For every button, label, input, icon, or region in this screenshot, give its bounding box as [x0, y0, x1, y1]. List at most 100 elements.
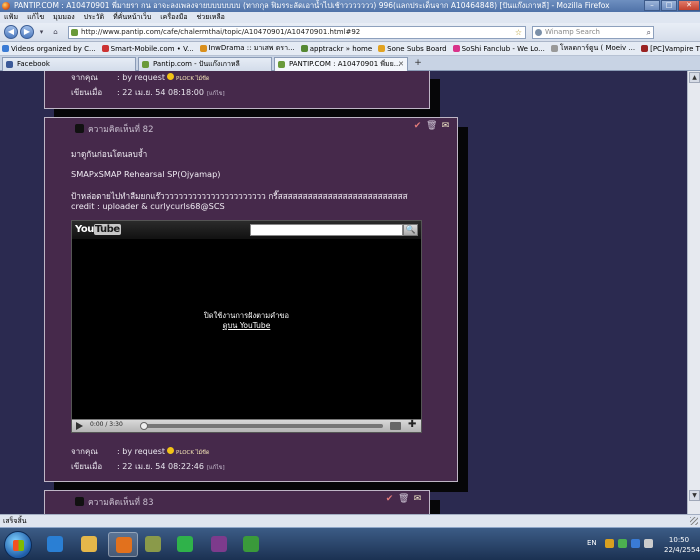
taskbar-app-messenger[interactable]: [236, 532, 266, 557]
menu-view[interactable]: มุมมอง: [53, 12, 74, 23]
taskbar-app-torrent[interactable]: [204, 532, 234, 557]
menu-help[interactable]: ช่วยเหลือ: [197, 12, 225, 23]
vote-check-icon[interactable]: ✔: [412, 121, 423, 131]
facebook-favicon-icon: [6, 61, 13, 68]
bookmark-item[interactable]: InwDrama :: มาเสพ ดรา...: [199, 43, 295, 54]
player-search-input[interactable]: [250, 224, 403, 236]
play-icon[interactable]: [76, 422, 83, 430]
history-dropdown-icon[interactable]: ▾: [36, 27, 47, 38]
tab-pantip-cafe[interactable]: Pantip.com - ปันแก๊งเกาหลี: [138, 57, 272, 71]
delete-icon[interactable]: 🗑: [426, 121, 437, 131]
minimize-button[interactable]: –: [644, 0, 660, 11]
language-indicator[interactable]: EN: [587, 539, 597, 547]
delete-icon[interactable]: 🗑: [398, 494, 409, 504]
status-bar: เสร็จสิ้น: [0, 514, 700, 527]
bookmark-favicon-icon: [641, 45, 649, 52]
author-label: จากคุณ: [71, 73, 98, 82]
vote-check-icon[interactable]: ✔: [384, 494, 395, 504]
menu-history[interactable]: ประวัติ: [84, 12, 104, 23]
edit-link[interactable]: [แก้ไข]: [207, 465, 225, 471]
post-time-row: เขียนเมื่อ: 22 เม.ย. 54 08:18:00 [แก้ไข]: [71, 86, 225, 99]
tab-pantip-topic[interactable]: PANTIP.COM : A10470901 พี่มย... ✕: [274, 57, 408, 71]
resize-grip-icon[interactable]: [690, 517, 698, 525]
search-input[interactable]: Winamp Search ⌕: [532, 25, 654, 39]
progress-handle[interactable]: [140, 422, 148, 430]
menu-bookmarks[interactable]: ที่คั่นหน้าเว็บ: [113, 12, 151, 23]
bookmark-favicon-icon: [300, 45, 308, 52]
post-time-row: เขียนเมื่อ: 22 เม.ย. 54 08:22:46 [แก้ไข]: [71, 460, 225, 473]
maximize-button[interactable]: □: [661, 0, 677, 11]
home-icon[interactable]: ⌂: [50, 27, 61, 38]
post-time: : 22 เม.ย. 54 08:18:00: [117, 88, 204, 97]
bookmark-star-icon[interactable]: ☆: [515, 27, 522, 38]
bookmark-item[interactable]: Videos organized by C...: [2, 45, 96, 53]
bookmark-item[interactable]: SoShi Fanclub - We Lo...: [452, 45, 545, 53]
post-comment-81: จากคุณ: by request PLOCK ไม้ขีด เขียนเมื่…: [44, 71, 430, 109]
player-search-icon[interactable]: 🔍: [403, 224, 418, 236]
message-icon[interactable]: ✉: [412, 494, 423, 504]
forward-button[interactable]: ▶: [20, 25, 34, 39]
post-author-row: จากคุณ: by request PLOCK ไม้ขีด: [71, 71, 209, 84]
tab-bar: Facebook Pantip.com - ปันแก๊งเกาหลี PANT…: [0, 56, 700, 71]
start-button[interactable]: [4, 531, 32, 559]
player-time: 0:00 / 3:30: [90, 421, 123, 428]
tray-icon[interactable]: [631, 539, 640, 548]
bookmark-item[interactable]: Smart-Mobile.com • V...: [101, 44, 194, 53]
search-engine-icon: [535, 28, 542, 36]
bookmark-item[interactable]: โหลดการ์ตูน ( Moeiv ...: [550, 43, 635, 54]
bookmark-favicon-icon: [452, 45, 460, 52]
taskbar-app-media[interactable]: [170, 532, 200, 557]
vertical-scrollbar[interactable]: ▲ ▼: [687, 71, 700, 514]
tab-label: PANTIP.COM : A10470901 พี่มย...: [289, 60, 401, 68]
author-name[interactable]: : by request: [117, 447, 165, 456]
menu-edit[interactable]: แก้ไข: [27, 12, 44, 23]
progress-bar[interactable]: [144, 424, 383, 428]
close-button[interactable]: ✕: [678, 0, 700, 11]
edit-link[interactable]: [แก้ไข]: [207, 91, 225, 97]
comment-icon: [75, 497, 84, 506]
url-bar[interactable]: http://www.pantip.com/cafe/chalermthai/t…: [68, 25, 526, 39]
taskbar-app-ie[interactable]: [40, 532, 70, 557]
author-name[interactable]: : by request: [117, 73, 165, 82]
message-icon[interactable]: ✉: [440, 121, 451, 131]
taskbar-app-folder[interactable]: [74, 532, 104, 557]
new-tab-button[interactable]: +: [410, 58, 426, 70]
fullscreen-icon[interactable]: ✚: [408, 419, 416, 430]
search-icon[interactable]: ⌕: [647, 27, 651, 38]
tab-close-icon[interactable]: ✕: [398, 58, 404, 70]
bookmark-label: apptrackr » home: [309, 44, 373, 53]
taskbar-app-firefox[interactable]: [108, 532, 138, 557]
youtube-logo[interactable]: YouTube: [75, 224, 121, 235]
youtube-player[interactable]: YouTube 🔍 ปิดใช้งานการฝังตามคำขอ ดูบน Yo…: [71, 220, 422, 433]
post-header: ความคิดเห็นที่ 82: [75, 122, 153, 136]
bookmark-item[interactable]: [PC]Vampire The Mas...: [641, 45, 700, 53]
tray-icon[interactable]: [644, 539, 653, 548]
menu-tools[interactable]: เครื่องมือ: [160, 12, 187, 23]
bookmark-label: [PC]Vampire The Mas...: [650, 44, 700, 53]
post-actions: ✔ 🗑 ✉: [381, 494, 423, 504]
url-text: http://www.pantip.com/cafe/chalermthai/t…: [81, 27, 361, 36]
menu-file[interactable]: แฟ้ม: [4, 12, 18, 23]
menu-bar: แฟ้ม แก้ไข มุมมอง ประวัติ ที่คั่นหน้าเว็…: [0, 12, 700, 23]
disabled-text: ปิดใช้งานการฝังตามคำขอ: [203, 311, 290, 320]
tray-icon[interactable]: [618, 539, 627, 548]
tab-facebook[interactable]: Facebook: [2, 57, 136, 71]
tray-icon[interactable]: [605, 539, 614, 548]
comment-icon: [75, 124, 84, 133]
player-size-icon[interactable]: [390, 422, 401, 430]
bookmark-item[interactable]: Sone Subs Board: [378, 45, 447, 53]
bookmark-label: Smart-Mobile.com • V...: [110, 44, 194, 53]
back-button[interactable]: ◀: [4, 25, 18, 39]
watch-on-youtube-link[interactable]: ดูบน YouTube: [72, 321, 421, 331]
taskbar-app-winamp[interactable]: [138, 532, 168, 557]
bookmark-favicon-icon: [550, 45, 558, 52]
messenger-icon: [243, 536, 259, 552]
scroll-down-icon[interactable]: ▼: [689, 490, 700, 501]
author-label: จากคุณ: [71, 447, 98, 456]
post-actions: ✔ 🗑 ✉: [409, 121, 451, 131]
bookmark-item[interactable]: apptrackr » home: [300, 44, 373, 53]
post-text-line: credit : uploader & curlycurls68@SCS: [71, 201, 225, 211]
clock[interactable]: 10:50 22/4/2554: [664, 535, 700, 555]
torrent-icon: [211, 536, 227, 552]
scroll-up-icon[interactable]: ▲: [689, 72, 700, 83]
